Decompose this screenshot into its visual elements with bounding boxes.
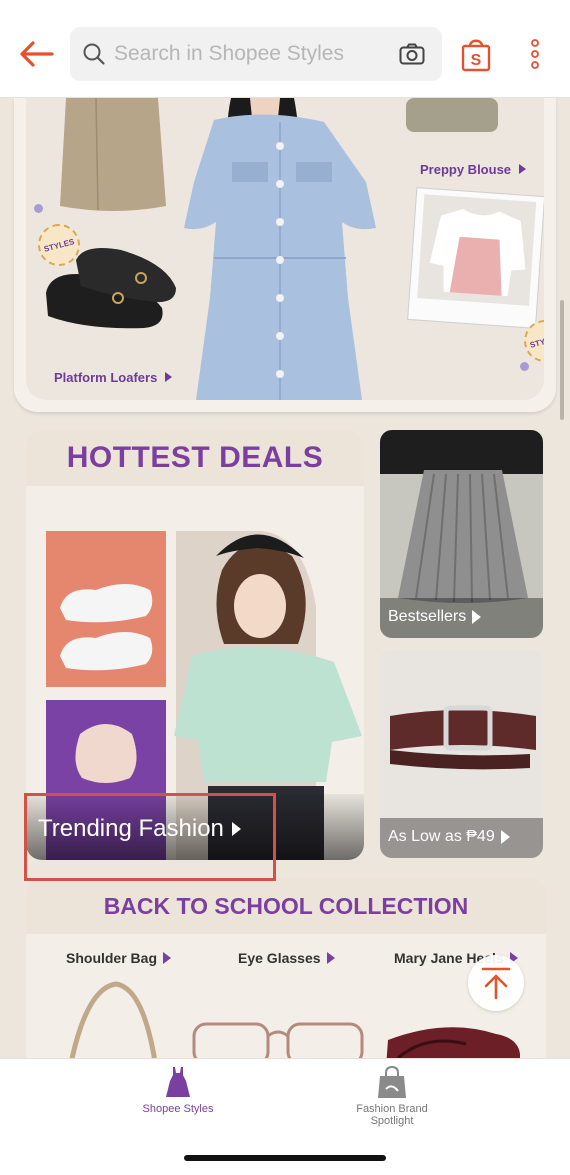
low-price-link[interactable]: As Low as ₱49	[388, 828, 510, 846]
hottest-deals-title: HOTTEST DEALS	[66, 441, 324, 474]
eye-glasses-link[interactable]: Eye Glasses	[238, 950, 335, 966]
nav-fashion-brand-spotlight[interactable]: Fashion Brand Spotlight	[302, 1065, 482, 1127]
nav-shopee-styles-label: Shopee Styles	[142, 1103, 214, 1115]
platform-loafers-text: Platform Loafers	[54, 370, 158, 385]
search-placeholder: Search in Shopee Styles	[114, 42, 344, 65]
app-header: Search in Shopee Styles S	[0, 0, 570, 98]
dress-icon	[166, 1067, 190, 1097]
back-button[interactable]	[14, 34, 58, 74]
bestsellers-text: Bestsellers	[388, 608, 467, 625]
more-vertical-icon	[531, 39, 539, 69]
play-triangle-icon	[326, 952, 335, 964]
shopee-bag-icon: S	[461, 39, 491, 72]
shoulder-bag-image	[67, 981, 159, 1068]
skirt-image	[60, 98, 166, 211]
preppy-blouse-text: Preppy Blouse	[420, 162, 512, 177]
highlight-box	[24, 793, 276, 881]
nav-fashion-brand-spotlight-label: Fashion Brand Spotlight	[356, 1103, 428, 1127]
arrow-up-icon	[481, 967, 511, 1000]
back-to-school-title: BACK TO SCHOOL COLLECTION	[103, 892, 469, 919]
back-to-school-section[interactable]: BACK TO SCHOOL COLLECTION Shoulder Bag E…	[26, 878, 546, 1068]
back-to-top-button[interactable]	[468, 955, 524, 1011]
camera-icon	[399, 43, 425, 65]
pleated-skirt-image	[380, 430, 543, 638]
eye-glasses-text: Eye Glasses	[238, 950, 321, 966]
hero-label-preppy-blouse[interactable]: Preppy Blouse	[420, 162, 526, 177]
play-triangle-icon	[500, 830, 510, 844]
belt-image	[380, 650, 543, 858]
bag-image	[406, 98, 498, 132]
play-triangle-icon	[163, 952, 172, 964]
shopping-bag-icon	[378, 1065, 406, 1098]
nav-shopee-styles[interactable]: Shopee Styles	[88, 1065, 268, 1115]
blouse-polaroid	[407, 187, 544, 329]
bestsellers-tile[interactable]: Bestsellers	[380, 430, 543, 638]
low-price-tile[interactable]: As Low as ₱49	[380, 650, 543, 858]
bestsellers-link[interactable]: Bestsellers	[388, 608, 482, 626]
shopee-cart-button[interactable]: S	[455, 32, 497, 76]
hero-banner-frame: Preppy Blouse Platform Loafers STYLES ST…	[14, 98, 556, 412]
hottest-deals-header: HOTTEST DEALS	[26, 430, 364, 486]
low-price-text: As Low as ₱49	[388, 828, 495, 845]
back-to-school-products	[67, 981, 520, 1068]
shoulder-bag-link[interactable]: Shoulder Bag	[66, 950, 172, 966]
search-bar[interactable]: Search in Shopee Styles	[70, 27, 442, 81]
play-triangle-icon	[164, 372, 172, 382]
hero-illustration	[46, 98, 544, 400]
hero-label-platform-loafers[interactable]: Platform Loafers	[54, 370, 172, 385]
back-arrow-icon	[20, 41, 54, 67]
more-options-button[interactable]	[520, 34, 550, 74]
shoulder-bag-text: Shoulder Bag	[66, 950, 158, 966]
play-triangle-icon	[472, 610, 482, 624]
camera-search-button[interactable]	[392, 34, 432, 74]
search-icon	[83, 43, 105, 65]
scrollbar[interactable]	[560, 300, 564, 420]
decor-dot	[34, 204, 43, 213]
svg-text:S: S	[471, 52, 482, 69]
back-to-school-header: BACK TO SCHOOL COLLECTION	[26, 878, 546, 934]
hero-banner[interactable]: Preppy Blouse Platform Loafers STYLES ST…	[26, 98, 544, 400]
home-indicator[interactable]	[184, 1155, 386, 1161]
play-triangle-icon	[518, 164, 526, 174]
decor-dot	[520, 362, 529, 371]
